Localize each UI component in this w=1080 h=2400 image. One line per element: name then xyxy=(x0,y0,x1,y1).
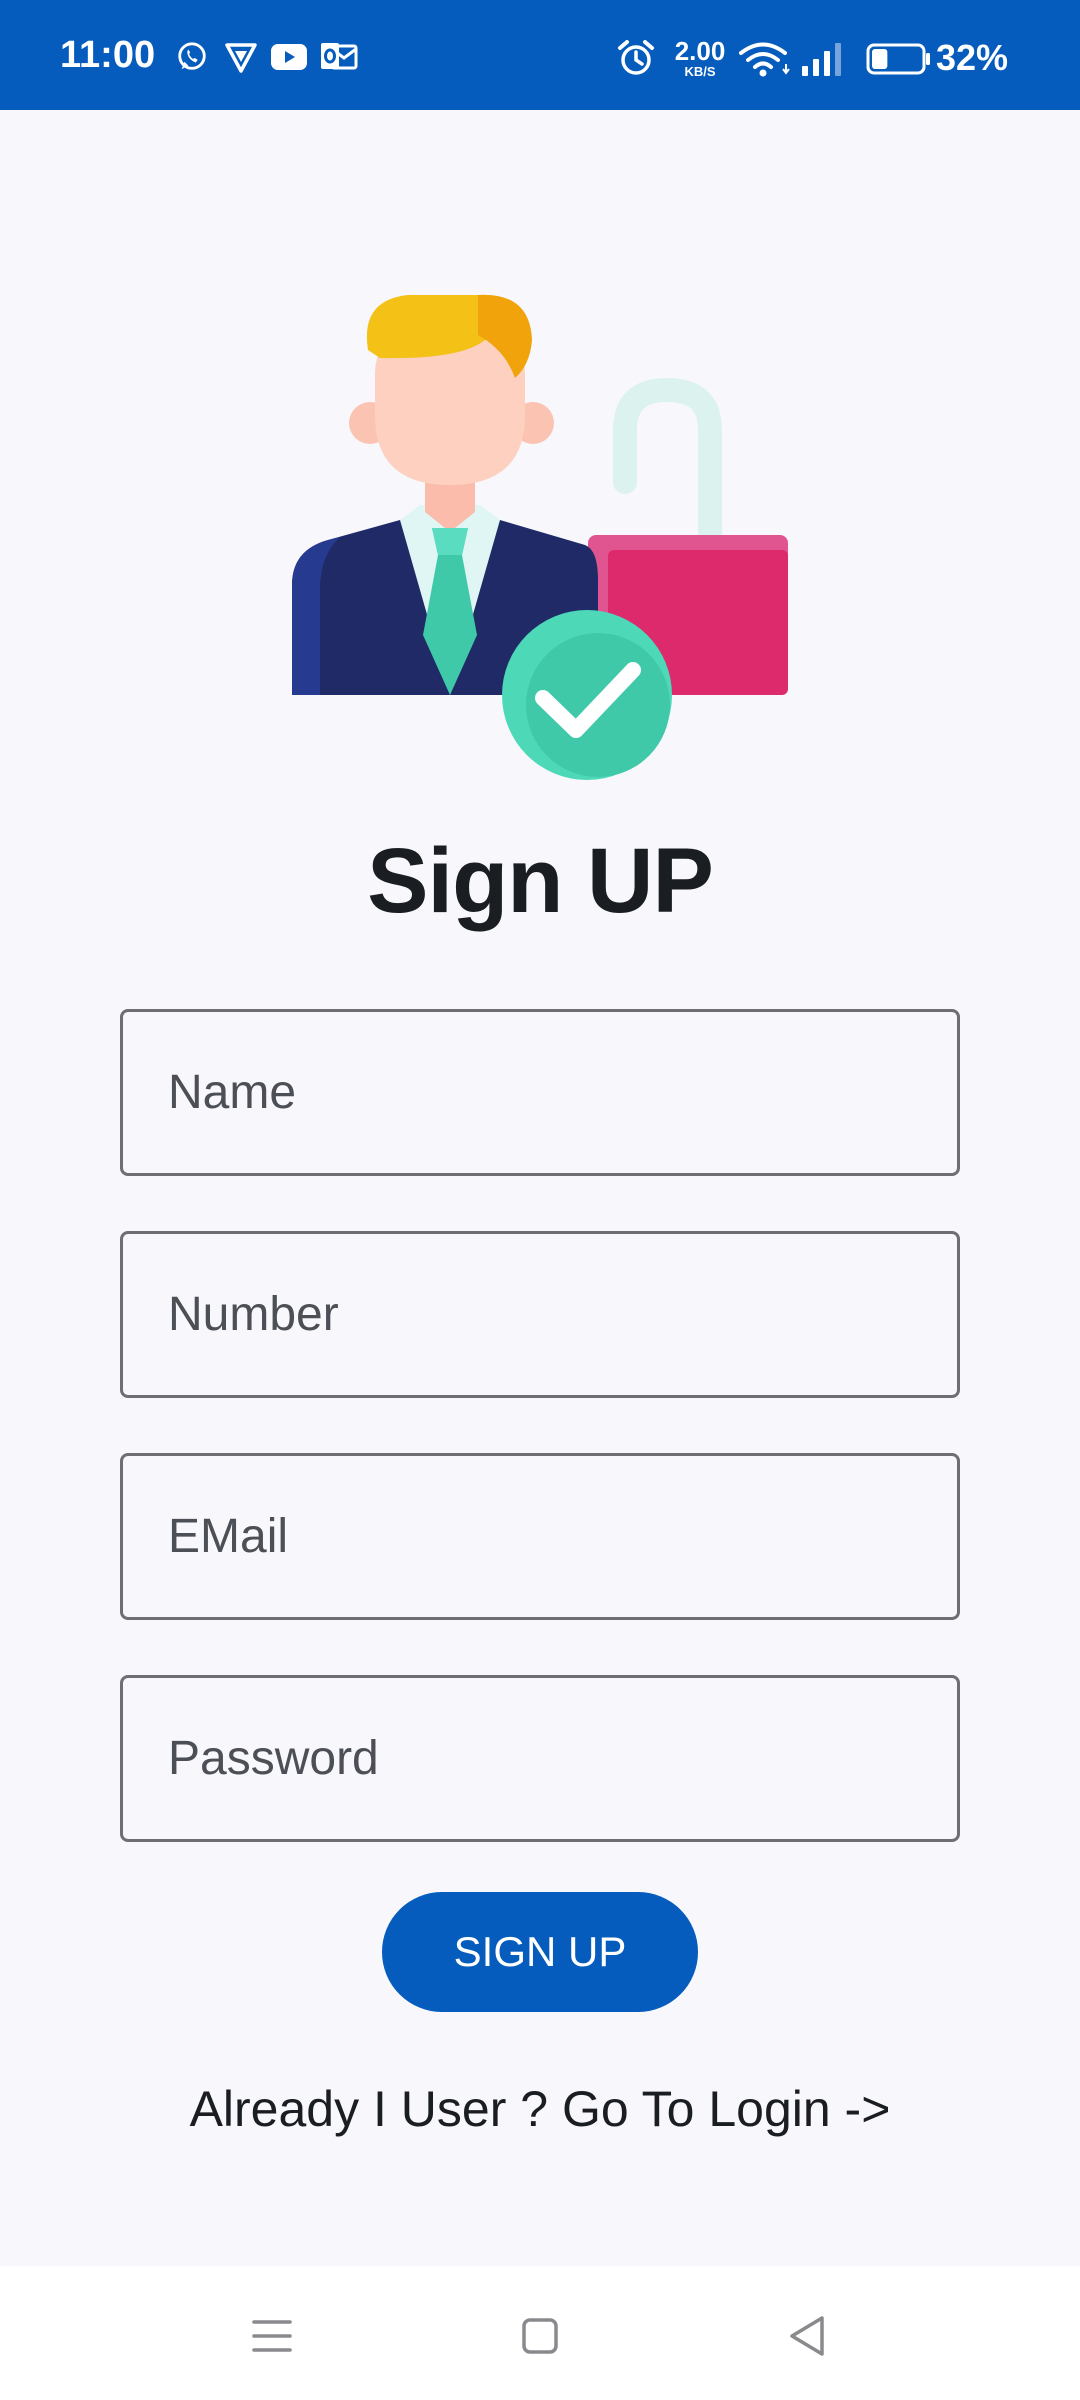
email-input[interactable] xyxy=(123,1456,957,1617)
number-input[interactable] xyxy=(123,1234,957,1395)
battery-percent: 32% xyxy=(936,37,1009,78)
password-field[interactable] xyxy=(120,1675,960,1842)
home-icon[interactable] xyxy=(510,2306,570,2366)
net-speed-unit: KB/S xyxy=(684,64,716,79)
status-time: 11:00 xyxy=(60,34,156,76)
net-speed: 2.00 KB/S xyxy=(668,38,732,78)
name-input[interactable] xyxy=(123,1012,957,1173)
number-field[interactable] xyxy=(120,1231,960,1398)
lock-shackle xyxy=(613,377,722,554)
alarm-icon xyxy=(618,40,654,75)
signal-icon xyxy=(802,43,841,76)
battery-icon xyxy=(866,43,930,75)
net-speed-value: 2.00 xyxy=(674,36,726,66)
wifi-icon xyxy=(739,42,790,77)
status-bar: 11:00 2.00 KB/S 32% xyxy=(0,0,1080,110)
password-input[interactable] xyxy=(123,1678,957,1839)
signup-illustration xyxy=(292,294,788,780)
page-title: Sign UP xyxy=(367,830,714,932)
youtube-icon xyxy=(271,44,307,70)
email-field[interactable] xyxy=(120,1453,960,1620)
vpn-icon xyxy=(225,43,257,73)
menu-icon[interactable] xyxy=(242,2306,302,2366)
navigation-bar xyxy=(0,2266,1080,2400)
outlook-icon xyxy=(321,43,358,70)
go-to-login-link[interactable]: Already I User ? Go To Login -> xyxy=(0,2082,1080,2137)
signup-button[interactable]: SIGN UP xyxy=(382,1892,698,2012)
name-field[interactable] xyxy=(120,1009,960,1176)
whatsapp-icon xyxy=(178,42,206,70)
back-icon[interactable] xyxy=(778,2306,838,2366)
